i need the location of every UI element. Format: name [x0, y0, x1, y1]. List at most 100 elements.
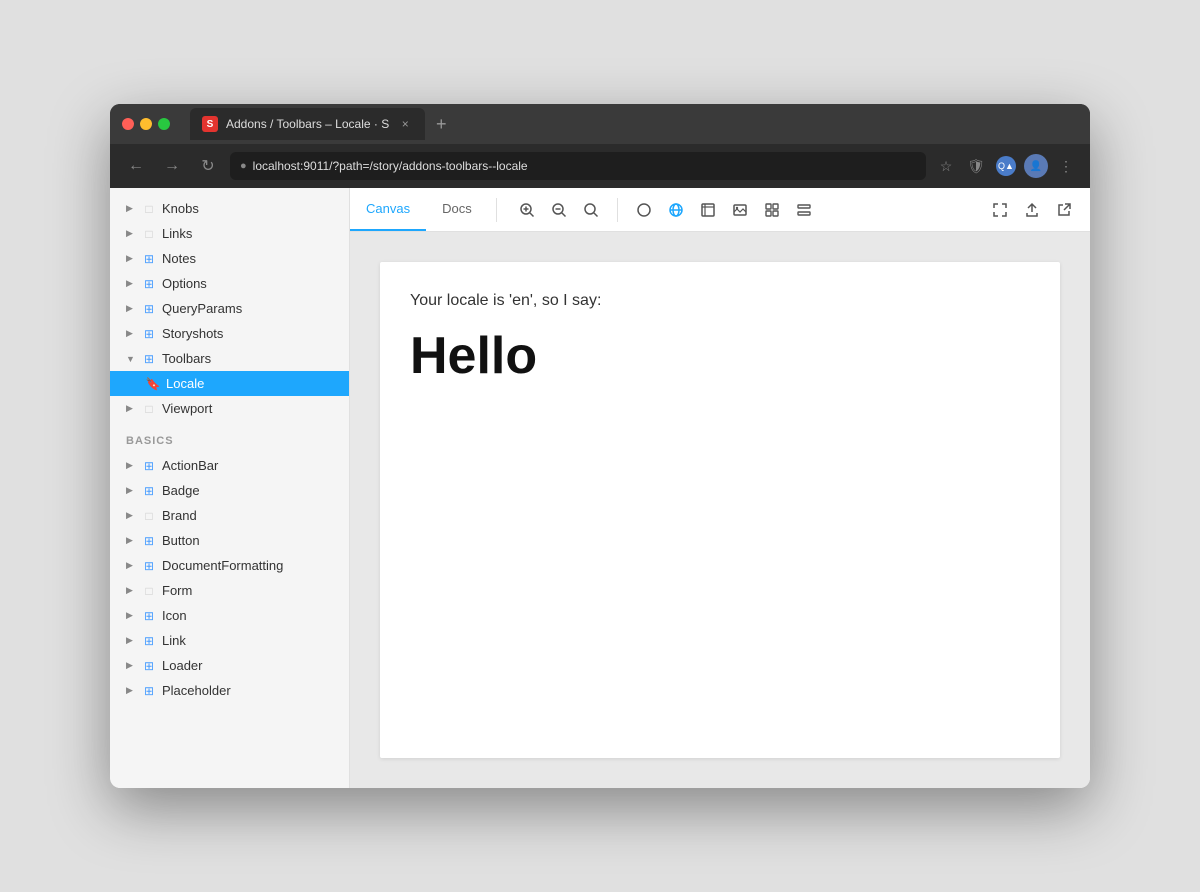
- menu-button[interactable]: ⋮: [1054, 154, 1078, 178]
- chevron-right-icon: ▶: [126, 635, 136, 646]
- sidebar: ▶ □ Knobs ▶ □ Links ▶ ⊞ Notes ▶ ⊞ Option…: [110, 188, 350, 788]
- sidebar-item-viewport[interactable]: ▶ □ Viewport: [110, 396, 349, 421]
- grid-icon: ⊞: [142, 352, 156, 366]
- chevron-right-icon: ▶: [126, 303, 136, 314]
- zoom-out-button[interactable]: [545, 196, 573, 224]
- tab-docs[interactable]: Docs: [426, 188, 488, 231]
- sidebar-item-notes[interactable]: ▶ ⊞ Notes: [110, 246, 349, 271]
- grid-icon: ⊞: [142, 634, 156, 648]
- chevron-right-icon: ▶: [126, 685, 136, 696]
- bookmark-icon: 🔖: [146, 377, 160, 391]
- sidebar-label-knobs: Knobs: [162, 201, 199, 216]
- globe-button[interactable]: [662, 196, 690, 224]
- traffic-lights: [122, 118, 170, 130]
- sidebar-item-queryparams[interactable]: ▶ ⊞ QueryParams: [110, 296, 349, 321]
- folder-icon: □: [142, 227, 156, 241]
- browser-tab[interactable]: S Addons / Toolbars – Locale · S ×: [190, 108, 425, 140]
- story-greeting: Hello: [410, 326, 1030, 386]
- bookmark-button[interactable]: ☆: [934, 154, 958, 178]
- tab-title: Addons / Toolbars – Locale · S: [226, 117, 389, 131]
- sidebar-label-viewport: Viewport: [162, 401, 212, 416]
- sidebar-item-links[interactable]: ▶ □ Links: [110, 221, 349, 246]
- frame-button[interactable]: [694, 196, 722, 224]
- close-traffic-light[interactable]: [122, 118, 134, 130]
- image-button[interactable]: [726, 196, 754, 224]
- sidebar-label-button: Button: [162, 533, 200, 548]
- sidebar-label-toolbars: Toolbars: [162, 351, 211, 366]
- sidebar-item-actionbar[interactable]: ▶ ⊞ ActionBar: [110, 453, 349, 478]
- maximize-traffic-light[interactable]: [158, 118, 170, 130]
- grid-icon: ⊞: [142, 252, 156, 266]
- sidebar-label-icon: Icon: [162, 608, 187, 623]
- external-link-button[interactable]: [1050, 196, 1078, 224]
- grid-icon: ⊞: [142, 684, 156, 698]
- minimize-traffic-light[interactable]: [140, 118, 152, 130]
- sidebar-item-badge[interactable]: ▶ ⊞ Badge: [110, 478, 349, 503]
- sidebar-item-link[interactable]: ▶ ⊞ Link: [110, 628, 349, 653]
- avatar-button[interactable]: 👤: [1024, 154, 1048, 178]
- sidebar-label-options: Options: [162, 276, 207, 291]
- toolbar-divider: [496, 198, 497, 222]
- sidebar-label-notes: Notes: [162, 251, 196, 266]
- chevron-right-icon: ▶: [126, 560, 136, 571]
- tab-bar: S Addons / Toolbars – Locale · S × +: [190, 108, 1078, 140]
- sidebar-item-options[interactable]: ▶ ⊞ Options: [110, 271, 349, 296]
- title-bar: S Addons / Toolbars – Locale · S × +: [110, 104, 1090, 144]
- address-bar: ← → ↻ ● localhost:9011/?path=/story/addo…: [110, 144, 1090, 188]
- chevron-right-icon: ▶: [126, 278, 136, 289]
- circle-tool-button[interactable]: [630, 196, 658, 224]
- reload-button[interactable]: ↻: [194, 152, 222, 180]
- chevron-right-icon: ▶: [126, 585, 136, 596]
- back-button[interactable]: ←: [122, 152, 150, 180]
- url-text: localhost:9011/?path=/story/addons-toolb…: [253, 159, 528, 173]
- sidebar-label-badge: Badge: [162, 483, 200, 498]
- chevron-right-icon: ▶: [126, 460, 136, 471]
- tab-close-button[interactable]: ×: [397, 116, 413, 132]
- grid-icon: ⊞: [142, 277, 156, 291]
- forward-button[interactable]: →: [158, 152, 186, 180]
- grid-view-button[interactable]: [758, 196, 786, 224]
- sidebar-label-form: Form: [162, 583, 192, 598]
- url-bar[interactable]: ● localhost:9011/?path=/story/addons-too…: [230, 152, 926, 180]
- chevron-right-icon: ▶: [126, 485, 136, 496]
- reset-zoom-button[interactable]: [577, 196, 605, 224]
- user-avatar: 👤: [1024, 154, 1048, 178]
- grid-icon: ⊞: [142, 459, 156, 473]
- grid-icon: ⊞: [142, 484, 156, 498]
- sidebar-item-placeholder[interactable]: ▶ ⊞ Placeholder: [110, 678, 349, 703]
- toolbar-icons: [505, 196, 974, 224]
- sidebar-item-storyshots[interactable]: ▶ ⊞ Storyshots: [110, 321, 349, 346]
- new-tab-button[interactable]: +: [429, 112, 453, 136]
- sidebar-item-toolbars[interactable]: ▼ ⊞ Toolbars: [110, 346, 349, 371]
- sidebar-item-locale[interactable]: 🔖 Locale: [110, 371, 349, 396]
- browser-controls: ☆ 🛡 Q▲ 👤 ⋮: [934, 154, 1078, 178]
- profile-button[interactable]: Q▲: [994, 154, 1018, 178]
- sidebar-item-icon[interactable]: ▶ ⊞ Icon: [110, 603, 349, 628]
- chevron-right-icon: ▶: [126, 610, 136, 621]
- chevron-down-icon: ▼: [126, 354, 136, 364]
- folder-icon: □: [142, 584, 156, 598]
- main-content: ▶ □ Knobs ▶ □ Links ▶ ⊞ Notes ▶ ⊞ Option…: [110, 188, 1090, 788]
- grid-icon: ⊞: [142, 302, 156, 316]
- list-view-button[interactable]: [790, 196, 818, 224]
- tab-canvas[interactable]: Canvas: [350, 188, 426, 231]
- story-frame: Your locale is 'en', so I say: Hello: [380, 262, 1060, 758]
- chevron-right-icon: ▶: [126, 535, 136, 546]
- grid-icon: ⊞: [142, 534, 156, 548]
- canvas-area: Canvas Docs: [350, 188, 1090, 788]
- sidebar-item-knobs[interactable]: ▶ □ Knobs: [110, 196, 349, 221]
- sidebar-item-form[interactable]: ▶ □ Form: [110, 578, 349, 603]
- zoom-in-button[interactable]: [513, 196, 541, 224]
- chevron-right-icon: ▶: [126, 403, 136, 414]
- canvas-toolbar: Canvas Docs: [350, 188, 1090, 232]
- fullscreen-button[interactable]: [986, 196, 1014, 224]
- sidebar-item-loader[interactable]: ▶ ⊞ Loader: [110, 653, 349, 678]
- sidebar-label-placeholder: Placeholder: [162, 683, 231, 698]
- grid-icon: ⊞: [142, 659, 156, 673]
- sidebar-item-documentformatting[interactable]: ▶ ⊞ DocumentFormatting: [110, 553, 349, 578]
- sidebar-item-button[interactable]: ▶ ⊞ Button: [110, 528, 349, 553]
- profile-badge: Q▲: [996, 156, 1016, 176]
- sidebar-item-brand[interactable]: ▶ □ Brand: [110, 503, 349, 528]
- share-button[interactable]: [1018, 196, 1046, 224]
- tab-favicon: S: [202, 116, 218, 132]
